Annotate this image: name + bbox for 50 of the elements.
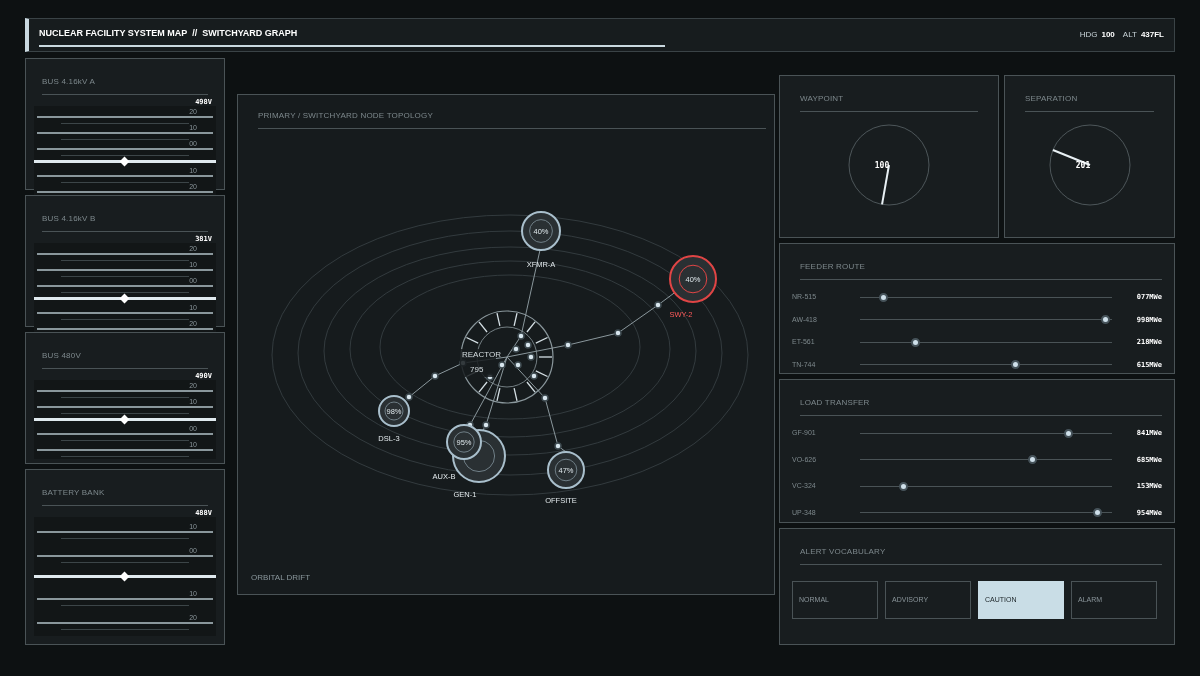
slider-track[interactable] bbox=[860, 315, 1112, 325]
dial-value: 201 bbox=[1075, 161, 1090, 170]
slider-thumb[interactable] bbox=[1093, 508, 1103, 518]
node-ring[interactable] bbox=[547, 451, 585, 489]
slider-track[interactable] bbox=[34, 414, 216, 425]
slider-track[interactable] bbox=[34, 156, 216, 167]
panel-title: BATTERY BANK bbox=[42, 488, 105, 497]
slider-track[interactable] bbox=[860, 292, 1112, 302]
slider-track[interactable] bbox=[860, 337, 1112, 347]
node-ring[interactable] bbox=[378, 395, 410, 427]
panel-title: SEPARATION bbox=[1025, 94, 1078, 103]
slider-thumb[interactable] bbox=[1010, 360, 1020, 370]
panel-title: BUS 4.16kV B bbox=[42, 214, 96, 223]
panel-title: BUS 4.16kV A bbox=[42, 77, 96, 86]
slider-thumb[interactable] bbox=[1100, 315, 1110, 325]
hub-value: 795 bbox=[470, 365, 484, 374]
slider-thumb[interactable] bbox=[879, 292, 889, 302]
readout-value: 437FL bbox=[1140, 29, 1164, 41]
panel-title: FEEDER ROUTE bbox=[800, 262, 866, 271]
panel-footer: ORBITAL DRIFT bbox=[251, 572, 311, 584]
slider-track[interactable] bbox=[860, 481, 1112, 491]
slider-thumb[interactable] bbox=[898, 481, 908, 491]
dial-needle bbox=[1051, 149, 1091, 166]
panel-title: ALERT VOCABULARY bbox=[800, 547, 886, 556]
slider-thumb[interactable] bbox=[1027, 455, 1037, 465]
panel-title: PRIMARY / SWITCHYARD NODE TOPOLOGY bbox=[258, 111, 433, 120]
slider-thumb[interactable] bbox=[911, 337, 920, 347]
slider-track[interactable] bbox=[34, 571, 216, 582]
hub-label: REACTOR bbox=[462, 350, 501, 359]
diamond-thumb[interactable] bbox=[119, 571, 130, 582]
diamond-thumb[interactable] bbox=[119, 414, 130, 425]
panel-title: BUS 480V bbox=[42, 351, 81, 360]
node-ring[interactable] bbox=[521, 211, 561, 251]
readout-label: HDG bbox=[1079, 29, 1098, 41]
readout-value: 100 bbox=[1101, 29, 1115, 41]
diamond-thumb[interactable] bbox=[119, 156, 130, 167]
slider-track[interactable] bbox=[860, 508, 1112, 518]
slider-track[interactable] bbox=[860, 455, 1112, 465]
dial-value: 100 bbox=[874, 161, 890, 170]
slider-track[interactable] bbox=[34, 293, 216, 304]
slider-thumb[interactable] bbox=[1064, 428, 1074, 438]
node-ring[interactable] bbox=[446, 424, 482, 460]
slider-track[interactable] bbox=[860, 360, 1112, 370]
header-title: NUCLEAR FACILITY SYSTEM MAP // SWITCHYARD GRAPH bbox=[39, 26, 299, 40]
slider-track[interactable] bbox=[860, 428, 1112, 438]
diamond-thumb[interactable] bbox=[119, 293, 130, 304]
node-ring[interactable] bbox=[669, 255, 717, 303]
readout-label: ALT bbox=[1122, 29, 1137, 41]
panel-title: LOAD TRANSFER bbox=[800, 398, 870, 407]
panel-title: WAYPOINT bbox=[800, 94, 844, 103]
